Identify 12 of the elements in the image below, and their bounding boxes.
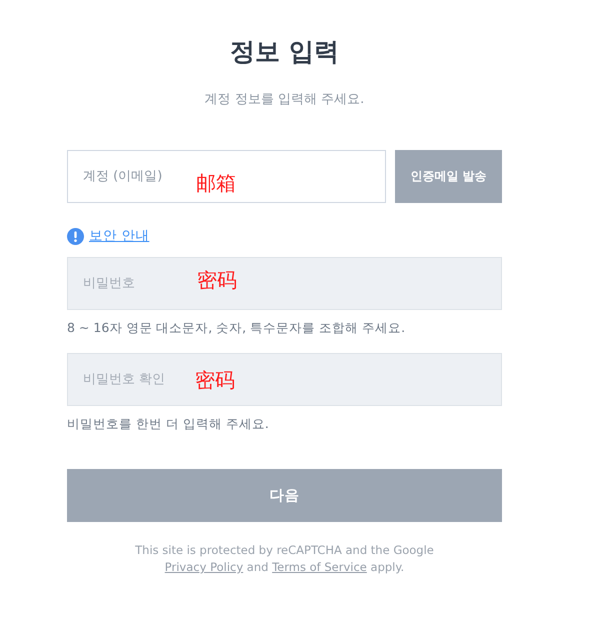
annotation-text: 密码 (197, 269, 237, 291)
alert-icon (67, 228, 84, 244)
field-hint: 비밀번호를 한번 더 입력해 주세요. (67, 415, 270, 433)
field-hint: 8 ~ 16자 영문 대소문자, 숫자, 특수문자를 조합해 주세요. (67, 319, 406, 337)
page-title: 정보 입력 (230, 36, 339, 68)
policy-link[interactable]: Privacy Policy (164, 560, 244, 574)
page-subtitle: 계정 정보를 입력해 주세요. (204, 91, 364, 109)
policy-link[interactable]: Terms of Service (272, 560, 367, 574)
annotation-text: 邮箱 (196, 172, 236, 194)
security-guide-link[interactable]: 보안 안내 (89, 227, 150, 245)
annotation-text: 密码 (195, 369, 235, 391)
recaptcha-notice: This site is protected by reCAPTCHA and the Google Privacy Policy and Terms of Service apply. (135, 542, 434, 576)
